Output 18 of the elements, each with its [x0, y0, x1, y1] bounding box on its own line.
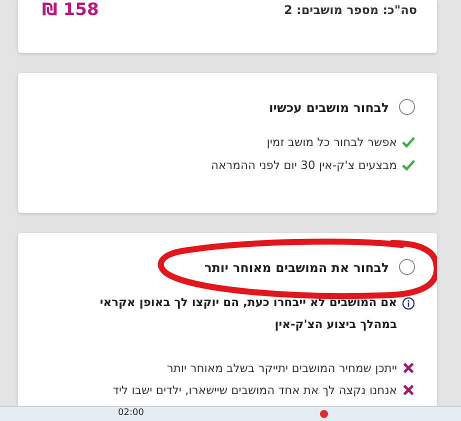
- check-icon: [402, 159, 415, 171]
- info-text: אם המושבים לא ייבחרו כעת, הם יוקצו לך באופן אקראי במהלך ביצוע הצ'ק-אין: [98, 294, 397, 333]
- info-icon: [402, 297, 415, 310]
- feature-text: ייתכן שמחיר המושבים יתייקר בשלב מאוחר יותר: [166, 361, 397, 375]
- cross-icon: [402, 384, 415, 396]
- radio-button[interactable]: [399, 259, 415, 275]
- radio-button[interactable]: [399, 99, 415, 115]
- seat-count-text: סה"כ: מספר מושבים: 2: [284, 3, 417, 17]
- option-title: לבחור את המושבים מאוחר יותר: [204, 260, 389, 274]
- cross-icon: [402, 362, 415, 374]
- total-price: 158 ₪: [42, 0, 99, 20]
- clock-text: 02:00: [118, 408, 144, 419]
- check-icon: [402, 136, 415, 148]
- feature-text: אנחנו נקצה לך את אחד המושבים שיישארו, ילדים ישבו ליד: [112, 383, 397, 397]
- option-title: לבחור מושבים עכשיו: [269, 100, 389, 114]
- notification-dot: [320, 410, 328, 418]
- feature-text: מבצעים צ'ק-אין 30 יום לפני ההמראה: [210, 158, 397, 172]
- feature-text: אפשר לבחור כל מושב זמין: [266, 135, 397, 149]
